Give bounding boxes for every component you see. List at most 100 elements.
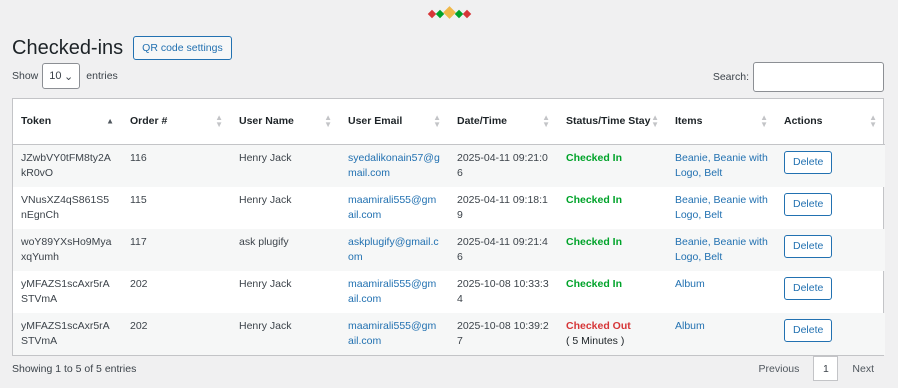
status-cell: Checked Out ( 5 Minutes ) <box>558 312 667 355</box>
table-row: woY89YXsHo9MyaxqYumh 117 ask plugify askplu… <box>13 228 885 271</box>
delete-button[interactable]: Delete <box>784 318 833 342</box>
user-email-cell: maamirali555@gmail.com <box>340 187 449 229</box>
qr-code-settings-button[interactable]: QR code settings <box>133 36 232 60</box>
user-name-cell: Henry Jack <box>231 312 340 355</box>
search-label: Search: <box>712 71 749 83</box>
user-name-cell: Henry Jack <box>231 271 340 313</box>
page-1-button[interactable]: 1 <box>813 356 839 381</box>
column-header-actions[interactable]: Actions ▲ ▼ <box>776 99 885 145</box>
status-cell: Checked In <box>566 277 623 290</box>
user-email-link[interactable]: maamirali555@gmail.com <box>348 320 436 347</box>
items-link[interactable]: Beanie, Beanie with Logo, Belt <box>675 152 768 179</box>
time-stay: ( 5 Minutes ) <box>566 334 625 347</box>
status-cell: Checked Out <box>566 319 631 332</box>
sort-icon: ▲ <box>106 116 114 126</box>
user-email-cell: maamirali555@gmail.com <box>340 312 449 355</box>
column-header-label: Token <box>21 115 52 128</box>
user-name-cell: Henry Jack <box>231 144 340 187</box>
order-cell: 115 <box>130 193 147 206</box>
brand-logo <box>0 6 898 20</box>
delete-button[interactable]: Delete <box>784 192 833 216</box>
status-cell: Checked In <box>558 187 667 229</box>
items-link[interactable]: Album <box>675 320 705 332</box>
datetime-cell: 2025-10-08 10:33:34 <box>449 271 558 313</box>
user-name-cell: Henry Jack <box>239 319 292 332</box>
status-cell: Checked In <box>566 235 623 248</box>
table-row: yMFAZS1scAxr5rASTVmA 202 Henry Jack maamira… <box>13 312 885 355</box>
user-email-link[interactable]: syedalikonain57@gmail.com <box>348 152 440 179</box>
order-cell: 202 <box>122 312 231 355</box>
items-link[interactable]: Beanie, Beanie with Logo, Belt <box>675 236 768 263</box>
items-cell: Beanie, Beanie with Logo, Belt <box>667 228 776 271</box>
delete-button[interactable]: Delete <box>784 234 833 258</box>
search-input[interactable] <box>753 62 884 92</box>
table-row: yMFAZS1scAxr5rASTVmA 202 Henry Jack maamira… <box>13 271 885 313</box>
order-cell: 115 <box>122 187 231 229</box>
column-header-date-time[interactable]: Date/Time ▲ ▼ <box>449 99 558 145</box>
column-header-label: User Name <box>239 115 294 128</box>
datetime-cell: 2025-04-11 09:21:06 <box>457 151 548 179</box>
delete-button[interactable]: Delete <box>784 150 833 174</box>
order-cell: 116 <box>130 151 147 164</box>
order-cell: 202 <box>130 277 148 290</box>
datetime-cell: 2025-04-11 09:21:46 <box>457 235 548 263</box>
next-page-button[interactable]: Next <box>842 363 884 375</box>
show-label: Show <box>12 70 39 82</box>
entries-select[interactable]: 10 ⌄ <box>42 63 81 89</box>
column-header-user-email[interactable]: User Email ▲ ▼ <box>340 99 449 145</box>
table-row: VNusXZ4qS861S5nEgnCh 115 Henry Jack maamira… <box>13 187 885 229</box>
column-header-label: Actions <box>784 115 823 128</box>
items-cell: Album <box>667 271 776 313</box>
sort-icon: ▲ ▼ <box>215 113 223 130</box>
previous-page-button[interactable]: Previous <box>749 363 810 375</box>
token-cell: woY89YXsHo9MyaxqYumh <box>13 228 122 271</box>
page-title: Checked-ins <box>12 36 124 59</box>
user-name-cell: Henry Jack <box>231 187 340 229</box>
entries-select-value: 10 <box>49 70 62 82</box>
column-header-label: Date/Time <box>457 115 507 128</box>
column-header-token[interactable]: Token ▲ <box>13 99 122 145</box>
datetime-cell: 2025-04-11 09:21:06 <box>449 144 558 187</box>
user-email-link[interactable]: maamirali555@gmail.com <box>348 278 436 305</box>
delete-cell: Delete <box>776 271 885 313</box>
items-link[interactable]: Beanie, Beanie with Logo, Belt <box>675 194 768 221</box>
order-cell: 116 <box>122 144 231 187</box>
token-cell: yMFAZS1scAxr5rASTVmA <box>13 312 122 355</box>
user-name-cell: Henry Jack <box>239 193 292 206</box>
entries-label: entries <box>86 70 118 82</box>
pagination: Previous 1 Next <box>749 356 884 381</box>
column-header-user-name[interactable]: User Name ▲ ▼ <box>231 99 340 145</box>
user-name-cell: ask plugify <box>231 228 340 271</box>
status-cell: Checked In <box>558 144 667 187</box>
token-cell: VNusXZ4qS861S5nEgnCh <box>13 187 122 229</box>
user-email-link[interactable]: maamirali555@gmail.com <box>348 194 436 221</box>
status-cell: Checked In <box>566 151 623 164</box>
chevron-down-icon: ⌄ <box>64 70 74 83</box>
delete-button[interactable]: Delete <box>784 276 833 300</box>
datetime-cell: 2025-10-08 10:39:27 <box>457 319 549 347</box>
column-header-label: Items <box>675 115 703 128</box>
column-header-order[interactable]: Order # ▲ ▼ <box>122 99 231 145</box>
checkins-table: Token ▲ Order # ▲ ▼ User Name ▲ ▼ User Email ▲ ▼ Da… <box>12 98 885 356</box>
token-cell: VNusXZ4qS861S5nEgnCh <box>21 193 110 221</box>
delete-cell: Delete <box>776 187 885 229</box>
column-header-label: Status/Time Stay <box>566 115 651 128</box>
token-cell: JZwbVY0tFM8ty2AkR0vO <box>13 144 122 187</box>
token-cell: yMFAZS1scAxr5rASTVmA <box>13 271 122 313</box>
items-link[interactable]: Album <box>675 278 705 290</box>
column-header-status-time-stay[interactable]: Status/Time Stay ▲ ▼ <box>558 99 667 145</box>
datetime-cell: 2025-10-08 10:39:27 <box>449 312 558 355</box>
status-cell: Checked In <box>566 193 623 206</box>
token-cell: yMFAZS1scAxr5rASTVmA <box>21 277 110 305</box>
order-cell: 202 <box>122 271 231 313</box>
datetime-cell: 2025-04-11 09:21:46 <box>449 228 558 271</box>
status-cell: Checked In <box>558 271 667 313</box>
table-info: Showing 1 to 5 of 5 entries <box>12 363 137 375</box>
items-cell: Beanie, Beanie with Logo, Belt <box>667 144 776 187</box>
user-email-cell: askplugify@gmail.com <box>340 228 449 271</box>
items-cell: Beanie, Beanie with Logo, Belt <box>667 187 776 229</box>
user-name-cell: Henry Jack <box>239 277 292 290</box>
user-email-link[interactable]: askplugify@gmail.com <box>348 236 439 263</box>
token-cell: woY89YXsHo9MyaxqYumh <box>21 235 112 263</box>
column-header-items[interactable]: Items ▲ ▼ <box>667 99 776 145</box>
